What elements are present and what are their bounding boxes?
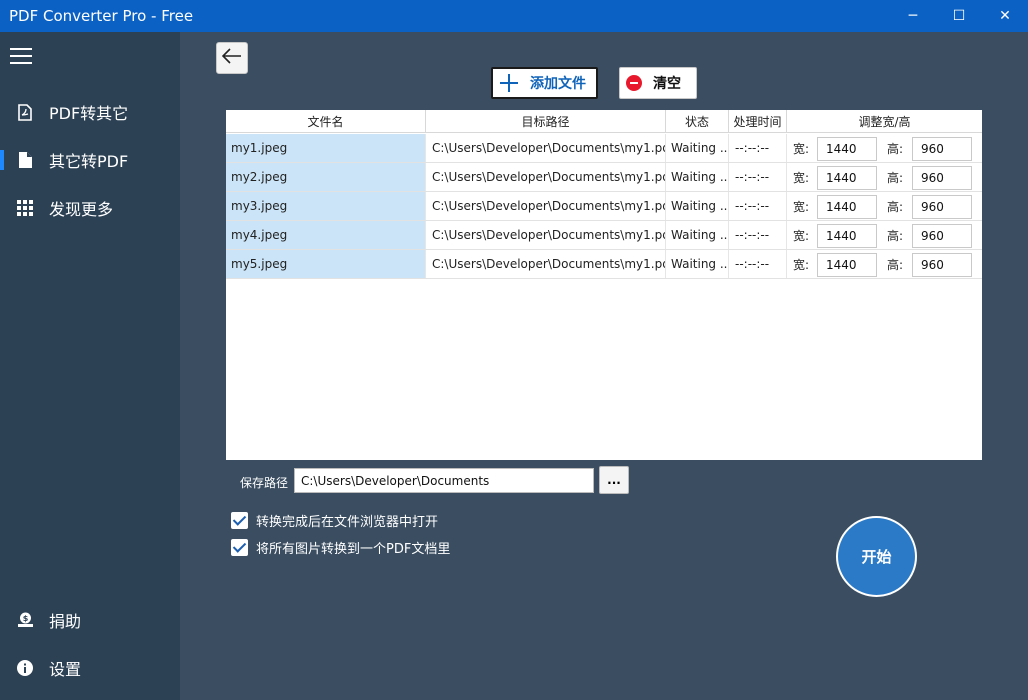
width-input[interactable]: 1440 bbox=[817, 166, 877, 190]
cell-filename[interactable]: my2.jpeg bbox=[226, 163, 426, 191]
sidebar-item-discover-more[interactable]: 发现更多 bbox=[0, 188, 180, 228]
browse-button[interactable]: ... bbox=[599, 466, 629, 494]
table-row[interactable]: my5.jpeg C:\Users\Developer\Documents\my1… bbox=[226, 250, 982, 279]
width-label: 宽: bbox=[793, 199, 810, 214]
open-in-explorer-option[interactable]: 转换完成后在文件浏览器中打开 bbox=[231, 511, 439, 530]
cell-status: Waiting ... bbox=[666, 221, 729, 249]
save-path-input[interactable]: C:\Users\Developer\Documents bbox=[294, 468, 594, 493]
width-input[interactable]: 1440 bbox=[817, 224, 877, 248]
table-row[interactable]: my1.jpeg C:\Users\Developer\Documents\my1… bbox=[226, 134, 982, 163]
cell-target-path: C:\Users\Developer\Documents\my1.pdf bbox=[426, 250, 666, 278]
width-input[interactable]: 1440 bbox=[817, 195, 877, 219]
height-label: 高: bbox=[887, 228, 904, 243]
cell-target-path: C:\Users\Developer\Documents\my1.pdf bbox=[426, 192, 666, 220]
plus-icon bbox=[498, 72, 520, 94]
document-icon bbox=[16, 151, 34, 169]
add-file-label: 添加文件 bbox=[530, 76, 586, 92]
svg-text:$: $ bbox=[22, 614, 28, 623]
cell-time: --:--:-- bbox=[729, 134, 787, 162]
option-label: 转换完成后在文件浏览器中打开 bbox=[256, 514, 439, 530]
width-label: 宽: bbox=[793, 141, 810, 156]
sidebar-item-label: 捐助 bbox=[49, 612, 82, 631]
file-table: 文件名 目标路径 状态 处理时间 调整宽/高 my1.jpeg C:\Users\… bbox=[226, 110, 982, 460]
cell-filename[interactable]: my4.jpeg bbox=[226, 221, 426, 249]
info-icon bbox=[16, 659, 34, 677]
table-row[interactable]: my2.jpeg C:\Users\Developer\Documents\my1… bbox=[226, 163, 982, 192]
donate-icon: $ bbox=[16, 611, 34, 629]
cell-status: Waiting ... bbox=[666, 192, 729, 220]
width-label: 宽: bbox=[793, 257, 810, 272]
save-path-label: 保存路径 bbox=[240, 476, 289, 490]
table-row[interactable]: my3.jpeg C:\Users\Developer\Documents\my1… bbox=[226, 192, 982, 221]
sidebar-item-donate[interactable]: $ 捐助 bbox=[0, 600, 180, 640]
maximize-icon: ☐ bbox=[952, 8, 966, 24]
window-title: PDF Converter Pro - Free bbox=[9, 7, 194, 25]
height-label: 高: bbox=[887, 199, 904, 214]
cell-time: --:--:-- bbox=[729, 163, 787, 191]
cell-status: Waiting ... bbox=[666, 163, 729, 191]
option-label: 将所有图片转换到一个PDF文档里 bbox=[256, 541, 451, 557]
column-header-status[interactable]: 状态 bbox=[666, 110, 729, 133]
minimize-icon: ─ bbox=[908, 8, 918, 24]
cell-filename[interactable]: my1.jpeg bbox=[226, 134, 426, 162]
width-input[interactable]: 1440 bbox=[817, 253, 877, 277]
minimize-button[interactable]: ─ bbox=[890, 0, 936, 32]
height-input[interactable]: 960 bbox=[912, 224, 972, 248]
cell-status: Waiting ... bbox=[666, 134, 729, 162]
close-icon: ✕ bbox=[999, 8, 1011, 24]
cell-time: --:--:-- bbox=[729, 192, 787, 220]
width-input[interactable]: 1440 bbox=[817, 137, 877, 161]
hamburger-menu-icon[interactable] bbox=[10, 48, 32, 64]
cell-time: --:--:-- bbox=[729, 250, 787, 278]
cell-time: --:--:-- bbox=[729, 221, 787, 249]
remove-circle-icon bbox=[626, 75, 642, 91]
sidebar-item-label: 其它转PDF bbox=[49, 152, 129, 171]
sidebar-item-pdf-to-other[interactable]: PDF转其它 bbox=[0, 92, 180, 132]
column-header-resize[interactable]: 调整宽/高 bbox=[787, 110, 982, 133]
sidebar: PDF转其它 其它转PDF 发现更多 $ 捐助 设置 bbox=[0, 32, 180, 700]
sidebar-item-other-to-pdf[interactable]: 其它转PDF bbox=[0, 140, 180, 180]
back-button[interactable] bbox=[216, 42, 248, 74]
close-button[interactable]: ✕ bbox=[982, 0, 1028, 32]
arrow-left-icon bbox=[221, 48, 242, 68]
sidebar-item-settings[interactable]: 设置 bbox=[0, 648, 180, 688]
height-input[interactable]: 960 bbox=[912, 253, 972, 277]
clear-label: 清空 bbox=[653, 76, 681, 92]
title-bar: PDF Converter Pro - Free ─ ☐ ✕ bbox=[0, 0, 1028, 32]
grid-icon bbox=[16, 199, 34, 217]
checkbox-checked-icon[interactable] bbox=[231, 538, 248, 556]
pdf-file-icon bbox=[16, 103, 34, 121]
start-button[interactable]: 开始 bbox=[836, 516, 917, 597]
add-file-button[interactable]: 添加文件 bbox=[491, 67, 598, 99]
main-panel: 添加文件 清空 文件名 目标路径 状态 处理时间 调整宽/高 my1.jpeg C… bbox=[180, 32, 1028, 700]
sidebar-item-label: 设置 bbox=[49, 660, 82, 679]
width-label: 宽: bbox=[793, 170, 810, 185]
merge-into-one-pdf-option[interactable]: 将所有图片转换到一个PDF文档里 bbox=[231, 538, 451, 557]
column-header-filename[interactable]: 文件名 bbox=[226, 110, 426, 133]
column-header-time[interactable]: 处理时间 bbox=[729, 110, 787, 133]
width-label: 宽: bbox=[793, 228, 810, 243]
height-input[interactable]: 960 bbox=[912, 195, 972, 219]
maximize-button[interactable]: ☐ bbox=[936, 0, 982, 32]
checkbox-checked-icon[interactable] bbox=[231, 511, 248, 529]
table-header: 文件名 目标路径 状态 处理时间 调整宽/高 bbox=[226, 110, 982, 133]
height-input[interactable]: 960 bbox=[912, 166, 972, 190]
cell-filename[interactable]: my5.jpeg bbox=[226, 250, 426, 278]
height-label: 高: bbox=[887, 170, 904, 185]
table-row[interactable]: my4.jpeg C:\Users\Developer\Documents\my1… bbox=[226, 221, 982, 250]
cell-status: Waiting ... bbox=[666, 250, 729, 278]
cell-target-path: C:\Users\Developer\Documents\my1.pdf bbox=[426, 134, 666, 162]
sidebar-item-label: 发现更多 bbox=[49, 200, 114, 219]
clear-button[interactable]: 清空 bbox=[619, 67, 697, 99]
cell-target-path: C:\Users\Developer\Documents\my1.pdf bbox=[426, 163, 666, 191]
column-header-target-path[interactable]: 目标路径 bbox=[426, 110, 666, 133]
height-label: 高: bbox=[887, 257, 904, 272]
height-input[interactable]: 960 bbox=[912, 137, 972, 161]
sidebar-item-label: PDF转其它 bbox=[49, 104, 129, 123]
cell-target-path: C:\Users\Developer\Documents\my1.pdf bbox=[426, 221, 666, 249]
cell-filename[interactable]: my3.jpeg bbox=[226, 192, 426, 220]
height-label: 高: bbox=[887, 141, 904, 156]
